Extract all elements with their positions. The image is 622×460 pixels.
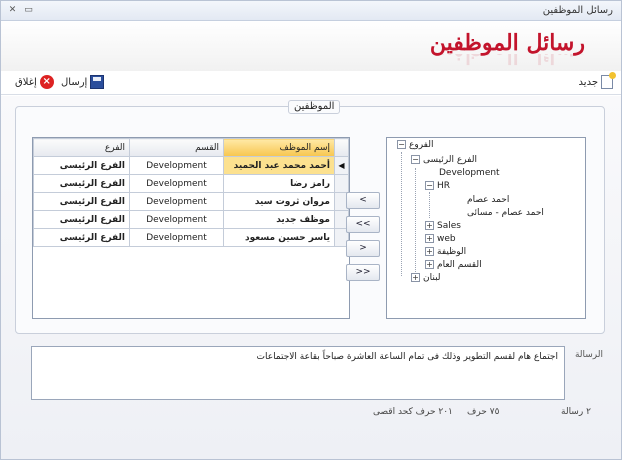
column-header-department[interactable]: القسم <box>129 138 224 157</box>
branches-tree[interactable]: − الفروع − الفرع الرئيسى Development − HR ا… <box>386 137 586 319</box>
expand-icon[interactable]: + <box>425 234 434 243</box>
tree-node-jobs[interactable]: + الوظيفة <box>425 247 466 257</box>
minimize-window-icon[interactable]: ▭ <box>23 5 34 16</box>
tree-node-hr[interactable]: − HR <box>425 181 450 191</box>
move-all-left-button[interactable]: << <box>346 216 380 233</box>
tree-node-lebanon[interactable]: + لبنان <box>411 273 441 283</box>
cell-employee-name: مروان ثروت سيد <box>223 192 335 211</box>
move-all-right-button[interactable]: >> <box>346 264 380 281</box>
expand-icon[interactable]: + <box>411 273 420 282</box>
cell-department: Development <box>129 156 224 175</box>
cell-branch: الفرع الرئيسى <box>33 228 130 247</box>
tree-node-sales[interactable]: + Sales <box>425 221 461 231</box>
new-button-label: جديد <box>578 76 598 88</box>
tree-node-development[interactable]: Development <box>439 168 500 178</box>
table-row[interactable]: الفرع الرئيسى Development ياسر حسين مسعو… <box>33 228 349 247</box>
tree-node-hr-employee[interactable]: احمد عصام <box>467 195 509 205</box>
disk-icon <box>90 75 105 89</box>
table-row[interactable]: الفرع الرئيسى Development رامز رضا <box>33 174 349 193</box>
table-row[interactable]: الفرع الرئيسى Development مروان ثروت سيد <box>33 192 349 211</box>
expand-icon[interactable]: + <box>425 260 434 269</box>
page-title: رسائل الموظفين <box>429 30 585 56</box>
expand-icon[interactable]: + <box>425 247 434 256</box>
tree-node-general-department[interactable]: + القسم العام <box>425 260 482 270</box>
new-button[interactable]: جديد <box>578 72 616 89</box>
new-document-icon <box>601 72 616 89</box>
cell-branch: الفرع الرئيسى <box>33 174 130 193</box>
collapse-icon[interactable]: − <box>397 140 406 149</box>
title-bar: ✕ ▭ رسائل الموظفين <box>1 1 621 21</box>
close-window-icon[interactable]: ✕ <box>7 5 18 16</box>
cell-department: Development <box>129 228 224 247</box>
cell-department: Development <box>129 192 224 211</box>
cell-employee-name: موظف جديد <box>223 210 335 229</box>
message-textarea[interactable]: اجتماع هام لقسم التطوير وذلك فى تمام الس… <box>31 346 565 400</box>
close-button[interactable]: × إغلاق <box>15 75 54 89</box>
header-band: رسائل الموظفين رسائل الموظفين <box>1 21 621 71</box>
row-selector[interactable] <box>334 174 349 193</box>
expand-icon[interactable]: + <box>425 221 434 230</box>
cell-employee-name: رامز رضا <box>223 174 335 193</box>
move-one-right-button[interactable]: > <box>346 240 380 257</box>
tree-node-main-branch[interactable]: − الفرع الرئيسى <box>411 155 477 165</box>
tree-node-branches[interactable]: − الفروع <box>397 140 433 150</box>
cell-employee-name: أحمد محمد عبد الحميد <box>223 156 335 175</box>
tree-node-web[interactable]: + web <box>425 234 456 244</box>
selected-employees-grid[interactable]: الفرع القسم إسم الموظف الفرع الرئيسى Dev… <box>32 137 350 319</box>
content-area: الموظفين الفرع القسم إسم الموظف الفرع ال <box>1 96 621 459</box>
move-one-left-button[interactable]: < <box>346 192 380 209</box>
cell-branch: الفرع الرئيسى <box>33 156 130 175</box>
column-header-branch[interactable]: الفرع <box>33 138 130 157</box>
toolbar: جديد إرسال × إغلاق <box>1 71 621 95</box>
page-title-reflection: رسائل الموظفين <box>429 54 585 68</box>
collapse-icon[interactable]: − <box>411 155 420 164</box>
employees-group: الموظفين الفرع القسم إسم الموظف الفرع ال <box>15 100 605 334</box>
employees-group-title: الموظفين <box>288 100 341 114</box>
character-count: ٧٥ حرف <box>467 407 500 417</box>
close-button-label: إغلاق <box>15 76 37 88</box>
send-button[interactable]: إرسال <box>61 75 105 89</box>
employee-messages-window: ✕ ▭ رسائل الموظفين رسائل الموظفين رسائل … <box>0 0 622 460</box>
max-characters: ٢٠١ حرف كحد اقصى <box>373 407 453 417</box>
close-icon: × <box>39 75 54 89</box>
cell-branch: الفرع الرئيسى <box>33 192 130 211</box>
grid-corner <box>334 138 349 157</box>
send-button-label: إرسال <box>61 76 88 88</box>
cell-department: Development <box>129 174 224 193</box>
cell-branch: الفرع الرئيسى <box>33 210 130 229</box>
tree-node-hr-employee-evening[interactable]: احمد عصام - مسائى <box>467 208 544 218</box>
collapse-icon[interactable]: − <box>425 181 434 190</box>
cell-department: Development <box>129 210 224 229</box>
current-row-arrow-icon: ◀ <box>334 156 349 175</box>
table-row[interactable]: الفرع الرئيسى Development أحمد محمد عبد … <box>33 156 349 175</box>
column-header-employee-name[interactable]: إسم الموظف <box>223 138 335 157</box>
cell-employee-name: ياسر حسين مسعود <box>223 228 335 247</box>
window-title: رسائل الموظفين <box>542 5 613 16</box>
table-row[interactable]: الفرع الرئيسى Development موظف جديد <box>33 210 349 229</box>
message-label: الرسالة <box>574 350 603 360</box>
message-count: ٢ رسالة <box>561 407 591 417</box>
